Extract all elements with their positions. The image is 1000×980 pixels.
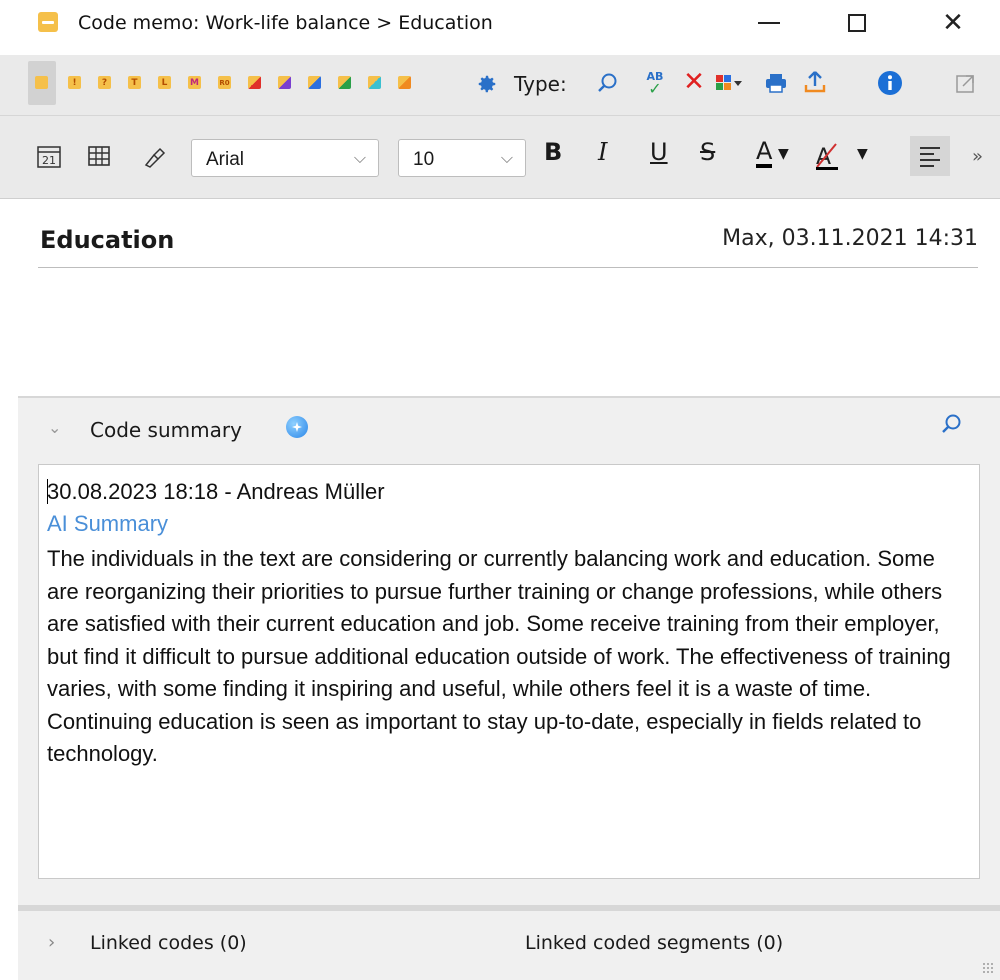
memo-color-teal-icon[interactable] [368,76,381,89]
highlight-dropdown-icon[interactable]: ▼ [857,146,868,162]
ai-summary-label: AI Summary [47,511,169,536]
insert-table-icon[interactable] [84,141,114,171]
delete-icon[interactable]: ✕ [680,67,708,97]
format-painter-icon[interactable] [140,141,170,171]
window-title: Code memo: Work-life balance > Education [78,12,493,34]
ai-assist-icon[interactable] [286,416,308,438]
info-icon[interactable] [876,69,904,97]
settings-gear-icon[interactable] [474,71,500,97]
memo-type-default-icon[interactable] [35,76,48,89]
close-button[interactable]: ✕ [930,6,976,40]
print-icon[interactable] [762,69,790,97]
memo-color-blue-icon[interactable] [308,76,321,89]
maximize-icon [848,14,866,32]
footer-splitter[interactable] [18,905,1000,911]
highlight-color-icon[interactable]: A [812,140,846,174]
font-color-dropdown-icon[interactable]: ▼ [778,146,789,162]
font-color-button[interactable]: A [756,138,773,168]
memo-type-m-icon[interactable]: M [188,76,201,89]
font-family-value: Arial [206,149,245,170]
divider [38,267,978,268]
chevron-down-icon: ⌵ [500,148,513,167]
summary-search-icon[interactable] [940,412,968,440]
chevron-down-icon: ⌵ [353,148,366,167]
bold-button[interactable]: B [544,138,562,166]
linked-segments-label[interactable]: Linked coded segments (0) [525,932,783,954]
summary-body-text: The individuals in the text are consider… [47,546,951,766]
summary-timestamp-author: 30.08.2023 18:18 - Andreas Müller [47,479,385,504]
memo-type-question-icon[interactable]: ? [98,76,111,89]
memo-color-orange-icon[interactable] [398,76,411,89]
search-icon[interactable] [594,69,622,97]
title-bar: Code memo: Work-life balance > Education… [0,0,1000,46]
italic-button[interactable]: I [598,138,607,166]
insert-date-icon[interactable]: 21 [34,141,64,171]
code-summary-header[interactable]: Code summary [90,418,242,442]
memo-type-exclaim-icon[interactable]: ! [68,76,81,89]
font-size-select[interactable]: 10 ⌵ [398,139,526,177]
code-summary-panel: ⌄ Code summary 30.08.2023 18:18 - Andrea… [18,398,1000,980]
type-label: Type: [514,72,567,96]
minimize-icon [758,22,780,24]
undock-icon[interactable] [952,69,980,97]
memo-color-green-icon[interactable] [338,76,351,89]
memo-author-date: Max, 03.11.2021 14:31 [722,226,978,251]
underline-button[interactable]: U [650,138,668,166]
font-size-value: 10 [413,149,435,170]
summary-text-area[interactable]: 30.08.2023 18:18 - Andreas Müller AI Sum… [38,464,980,879]
linked-codes-label[interactable]: Linked codes (0) [90,932,247,954]
font-family-select[interactable]: Arial ⌵ [191,139,379,177]
collapse-chevron-icon[interactable]: ⌄ [48,418,61,437]
memo-color-purple-icon[interactable] [278,76,291,89]
svg-text:21: 21 [42,154,56,167]
maximize-button[interactable] [834,6,880,40]
strikethrough-button[interactable]: S [700,138,715,166]
color-picker-icon[interactable] [712,69,752,97]
memo-color-red-icon[interactable] [248,76,261,89]
resize-grip-icon[interactable] [982,962,994,974]
align-left-button[interactable] [910,136,950,176]
minimize-button[interactable] [746,6,792,40]
memo-type-l-icon[interactable]: L [158,76,171,89]
expand-chevron-icon[interactable]: › [48,932,55,953]
memo-title: Education [40,226,175,254]
overflow-more-button[interactable]: » [972,146,983,167]
export-icon[interactable] [800,67,830,97]
memo-icon [38,12,58,32]
memo-type-t-icon[interactable]: T [128,76,141,89]
spellcheck-icon[interactable]: AB ✓ [640,65,670,99]
close-icon: ✕ [942,8,964,38]
memo-type-r0-icon[interactable]: R0 [218,76,231,89]
memo-type-toolbar: ! ? T L M R0 Type: AB ✓ ✕ [0,55,1000,116]
